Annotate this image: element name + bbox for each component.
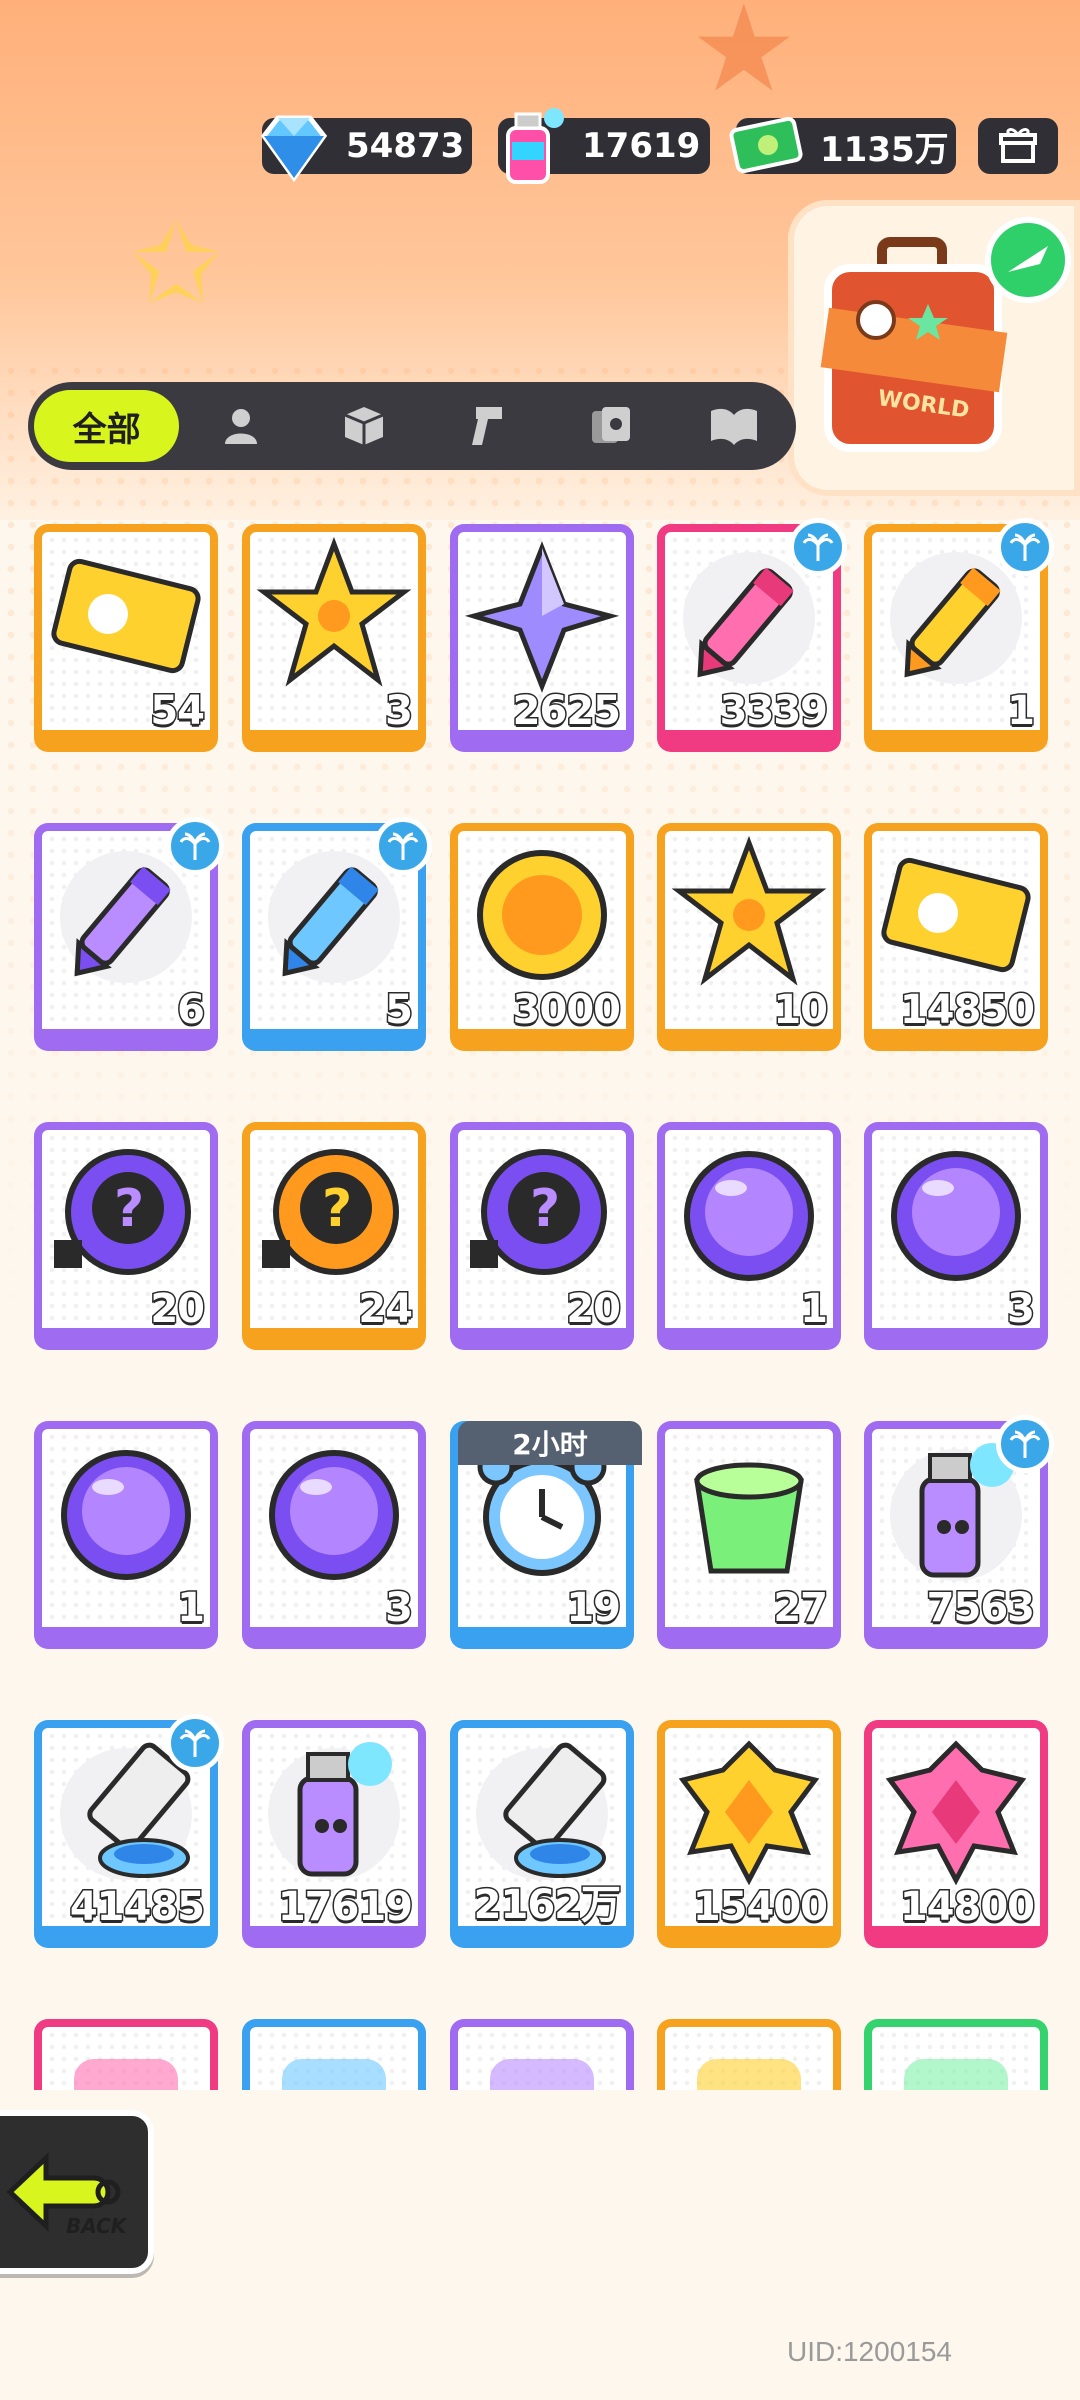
palm-tree-badge-icon	[996, 518, 1054, 576]
item-quantity: 3339	[718, 687, 829, 736]
item-quantity: 1	[176, 1584, 207, 1633]
palm-tree-badge-icon	[996, 1415, 1054, 1473]
item-timer: 2小时	[458, 1421, 642, 1465]
inventory-item[interactable]	[450, 2019, 634, 2090]
back-arrow-icon	[6, 2152, 121, 2232]
item-quantity: 19	[565, 1584, 623, 1633]
item-quantity: 3	[384, 687, 415, 736]
inventory-item[interactable]: 5	[242, 817, 432, 1051]
inventory-item[interactable]	[34, 2019, 218, 2090]
item-quantity: 20	[565, 1285, 623, 1334]
inventory-item[interactable]: 54	[34, 524, 218, 752]
inventory-grid: 54 3 2625 3339 1 6 5 3000 10 14850? 20? 24? 20 1 3 1 3 2小…	[0, 0, 1080, 2090]
inventory-item[interactable]: 3	[242, 524, 426, 752]
palm-tree-badge-icon	[166, 1714, 224, 1772]
item-quantity: 1	[799, 1285, 830, 1334]
mystery-egg-icon: ?	[54, 1149, 191, 1275]
inventory-item[interactable]: 15400	[657, 1720, 841, 1948]
partial-item-icon	[490, 2059, 594, 2090]
item-quantity: 54	[149, 687, 207, 736]
back-button[interactable]: BACK	[0, 2110, 154, 2274]
inventory-item[interactable]: 10	[657, 823, 841, 1051]
inventory-item[interactable]: 3000	[450, 823, 634, 1051]
svg-text:?: ?	[322, 1179, 352, 1239]
inventory-item[interactable]: 41485	[34, 1714, 224, 1948]
inventory-item[interactable]	[657, 2019, 841, 2090]
item-quantity: 20	[149, 1285, 207, 1334]
item-quantity: 14850	[898, 986, 1036, 1035]
inventory-item[interactable]: ? 24	[242, 1122, 426, 1350]
item-quantity: 1	[1006, 687, 1037, 736]
fish-orb-icon	[684, 1151, 814, 1281]
inventory-item[interactable]: 14800	[864, 1720, 1048, 1948]
star-badge-icon	[671, 835, 827, 986]
partial-item-icon	[904, 2059, 1008, 2090]
partial-item-icon	[697, 2059, 801, 2090]
item-quantity: 6	[176, 986, 207, 1035]
item-quantity: 3000	[511, 986, 622, 1035]
ticket-icon	[51, 558, 201, 674]
item-quantity: 14800	[898, 1883, 1036, 1932]
palm-tree-badge-icon	[374, 817, 432, 875]
inventory-item[interactable]: 2小时 19	[450, 1421, 642, 1649]
item-quantity: 10	[772, 986, 830, 1035]
inventory-item[interactable]: 1	[657, 1122, 841, 1350]
inventory-item[interactable]: 3339	[657, 518, 847, 752]
red-gem-icon	[885, 1740, 1027, 1886]
inventory-item[interactable]: 6	[34, 817, 224, 1051]
inventory-item[interactable]: 14850	[864, 823, 1048, 1051]
item-quantity: 24	[357, 1285, 415, 1334]
gold-gem-icon	[678, 1740, 820, 1886]
item-quantity: 15400	[691, 1883, 829, 1932]
squid-orb-icon	[61, 1450, 191, 1580]
inventory-item[interactable]: 3	[242, 1421, 426, 1649]
inventory-item[interactable]: 27	[657, 1421, 841, 1649]
palm-tree-badge-icon	[789, 518, 847, 576]
inventory-item[interactable]: 3	[864, 1122, 1048, 1350]
palm-tree-badge-icon	[166, 817, 224, 875]
partial-item-icon	[74, 2059, 178, 2090]
item-quantity: 3	[384, 1584, 415, 1633]
paint-tube-purple-icon	[476, 1742, 608, 1880]
inventory-item[interactable]: 7563	[864, 1415, 1054, 1649]
deity-mystery-purple-icon: ?	[470, 1149, 607, 1275]
inventory-item[interactable]	[864, 2019, 1048, 2090]
inventory-item[interactable]: 2625	[450, 524, 634, 752]
monster-orb-icon	[891, 1151, 1021, 1281]
item-quantity: 3	[1006, 1285, 1037, 1334]
item-quantity: 2625	[511, 687, 622, 736]
sprout-orb-icon	[269, 1450, 399, 1580]
purple-crystal-icon	[464, 541, 620, 693]
inventory-item[interactable]: ? 20	[450, 1122, 634, 1350]
item-quantity: 27	[772, 1584, 830, 1633]
item-quantity: 7563	[925, 1584, 1036, 1633]
inventory-item[interactable]: 17619	[242, 1720, 426, 1948]
deity-mystery-icon: ?	[262, 1149, 399, 1275]
inventory-item[interactable]: ? 20	[34, 1122, 218, 1350]
pink-spray-icon	[268, 1742, 400, 1880]
svg-text:?: ?	[114, 1179, 144, 1239]
rainbow-star-icon	[256, 536, 412, 687]
inventory-item[interactable]: 1	[864, 518, 1054, 752]
item-quantity: 2162万	[472, 1881, 622, 1930]
inventory-item[interactable]: 2162万	[450, 1720, 634, 1948]
back-label: BACK	[66, 2214, 127, 2238]
partial-item-icon	[282, 2059, 386, 2090]
cool-badge-icon	[477, 850, 607, 980]
inventory-item[interactable]	[242, 2019, 426, 2090]
svg-text:?: ?	[530, 1179, 560, 1239]
user-id: UID:1200154	[786, 2336, 952, 2367]
item-quantity: 41485	[68, 1883, 206, 1932]
item-quantity: 17619	[276, 1883, 414, 1932]
item-quantity: 5	[384, 986, 415, 1035]
season-ticket-icon	[881, 857, 1031, 973]
inventory-item[interactable]: 1	[34, 1421, 218, 1649]
open-jelly-icon	[694, 1462, 804, 1574]
